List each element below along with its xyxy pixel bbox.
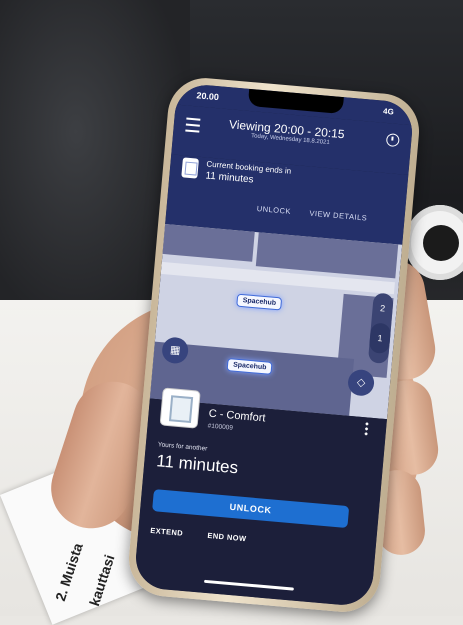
extend-button[interactable]: EXTEND [150, 526, 183, 538]
room-id: #100009 [207, 422, 234, 432]
unlock-button[interactable]: UNLOCK [152, 489, 350, 529]
view-details-link[interactable]: VIEW DETAILS [309, 209, 368, 223]
booking-unlock-link[interactable]: UNLOCK [256, 204, 291, 216]
socket-hole [423, 225, 459, 261]
sheet-actions: EXTEND END NOW [150, 526, 269, 545]
booking-actions: UNLOCK VIEW DETAILS [256, 204, 383, 224]
home-indicator[interactable] [204, 579, 294, 591]
status-time: 20.00 [196, 90, 220, 103]
clock-icon[interactable] [385, 133, 400, 148]
more-options-icon[interactable] [364, 421, 369, 436]
remaining-time: 11 minutes [155, 451, 239, 478]
booking-icon [181, 157, 199, 179]
network-indicator: 4G [382, 106, 395, 117]
map-room [162, 224, 255, 262]
yours-for-label: Yours for another [157, 441, 208, 453]
smartphone: 20.00 4G Viewing 20:00 - 20:15 Today, We… [125, 75, 423, 615]
booking-ends-value: 11 minutes [204, 170, 254, 186]
floor-option[interactable]: 2 [371, 293, 394, 325]
phone-screen: 20.00 4G Viewing 20:00 - 20:15 Today, We… [133, 82, 415, 608]
room-name: C - Comfort [208, 407, 266, 425]
room-thumbnail [159, 387, 201, 429]
spacehub-marker[interactable]: Spacehub [236, 293, 283, 311]
menu-icon[interactable] [185, 117, 201, 133]
room-sheet: C - Comfort #100009 Yours for another 11… [133, 387, 387, 608]
floor-option-selected[interactable]: 1 [368, 322, 392, 355]
end-now-button[interactable]: END NOW [207, 531, 247, 543]
